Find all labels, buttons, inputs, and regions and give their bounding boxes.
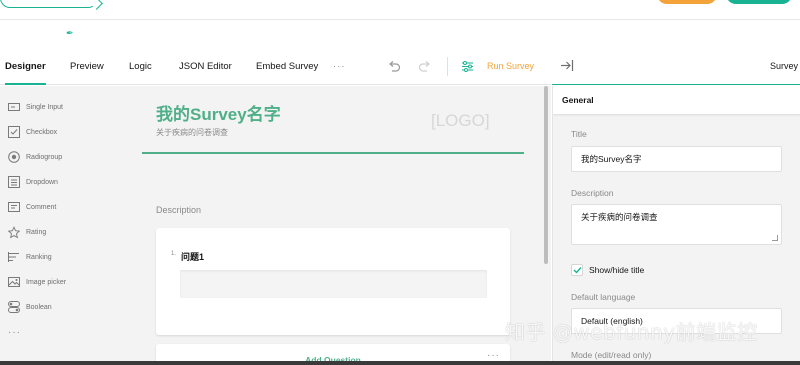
question-number: 1. [171,251,177,257]
tab-json-editor[interactable]: JSON Editor [179,48,232,85]
watermark: 知乎 @webfunny前端监控 [505,320,758,344]
app-header-strip [0,0,800,20]
checkmark-icon [573,267,582,274]
radiogroup-icon [8,151,20,163]
toolbox: Single Input Checkbox Radiogroup Dropdow… [0,86,136,365]
run-survey-button[interactable]: Run Survey [487,48,534,85]
title-label: Title [571,129,587,139]
checkbox-icon [8,126,20,138]
rating-star-icon [8,225,20,238]
logo-placeholder[interactable]: [LOGO] [431,111,490,131]
survey-description[interactable]: 关于疾病的问卷调查 [156,127,228,138]
survey-header-divider [142,152,524,154]
comment-icon [8,201,20,213]
single-input-icon [8,101,20,113]
toolbox-item-boolean[interactable]: Boolean [0,295,136,319]
description-label: Description [571,188,614,198]
survey-title[interactable]: 我的Survey名字 [156,100,281,125]
collapse-panel-icon[interactable] [560,59,574,77]
mode-label: Mode (edit/read only) [571,350,652,360]
dropdown-icon [8,176,20,188]
tab-designer[interactable]: Designer [5,48,46,85]
brand-logo [0,0,98,8]
toolbox-item-label: Comment [26,203,57,211]
surface-scrollbar[interactable] [544,86,548,264]
toolbox-item-label: Rating [26,228,47,236]
toolbox-item-dropdown[interactable]: Dropdown [0,170,136,194]
toolbox-item-comment[interactable]: Comment [0,195,136,219]
toolbox-item-rating[interactable]: Rating [0,220,136,244]
page-description[interactable]: Description [156,205,201,215]
tab-preview[interactable]: Preview [70,48,104,85]
toolbox-item-label: Radiogroup [26,153,63,161]
default-language-label: Default language [571,292,636,302]
tab-logic[interactable]: Logic [129,48,152,85]
toolbox-item-image-picker[interactable]: Image picker [0,270,136,294]
tab-embed-survey[interactable]: Embed Survey [256,48,318,85]
redo-icon[interactable] [417,48,433,85]
title-input[interactable]: 我的Survey名字 [571,146,782,172]
bottom-bar [0,361,800,365]
toolbar-divider [447,57,448,76]
toolbox-item-label: Dropdown [26,178,58,186]
description-textarea[interactable]: 关于疾病的问卷调查 [571,204,782,245]
description-text: 关于疾病的问卷调查 [581,212,658,222]
property-panel-header: Survey [552,48,800,85]
toolbox-item-label: Single Input [26,103,63,111]
toolbox-item-radiogroup[interactable]: Radiogroup [0,145,136,169]
question-text-input[interactable] [180,270,487,298]
ranking-icon [8,251,20,263]
undo-icon[interactable] [386,48,402,85]
show-title-checkbox[interactable] [571,264,583,276]
toolbox-item-ranking[interactable]: Ranking [0,245,136,269]
toolbox-item-label: Ranking [26,253,52,261]
question-card[interactable]: 1. 问题1 [156,228,510,335]
toolbox-item-label: Checkbox [26,128,58,136]
show-title-label[interactable]: Show/hide title [589,265,644,275]
boolean-icon [8,301,20,313]
design-surface: 我的Survey名字 关于疾病的问卷调查 [LOGO] Description … [136,86,551,365]
question-title[interactable]: 问题1 [181,250,204,263]
settings-sliders-icon[interactable] [459,48,475,85]
panel-title: Survey [769,61,798,71]
category-general-header[interactable]: General [553,86,800,114]
pin-icon[interactable]: ✒ [66,29,74,38]
toolbox-more-button[interactable]: ··· [8,327,21,338]
toolbox-item-single-input[interactable]: Single Input [0,95,136,119]
toolbox-item-label: Boolean [26,303,52,311]
tabs-more-button[interactable]: ··· [333,48,346,85]
header-green-button[interactable] [726,0,792,4]
toolbox-item-checkbox[interactable]: Checkbox [0,120,136,144]
textarea-resize-handle[interactable] [772,235,778,241]
toolbox-item-label: Image picker [26,278,67,286]
category-title: General [562,95,594,105]
add-question-more-button[interactable]: ··· [487,350,500,361]
image-picker-icon [8,276,20,288]
designer-toolbar: Designer Preview Logic JSON Editor Embed… [0,48,551,85]
header-orange-button[interactable] [657,0,717,4]
